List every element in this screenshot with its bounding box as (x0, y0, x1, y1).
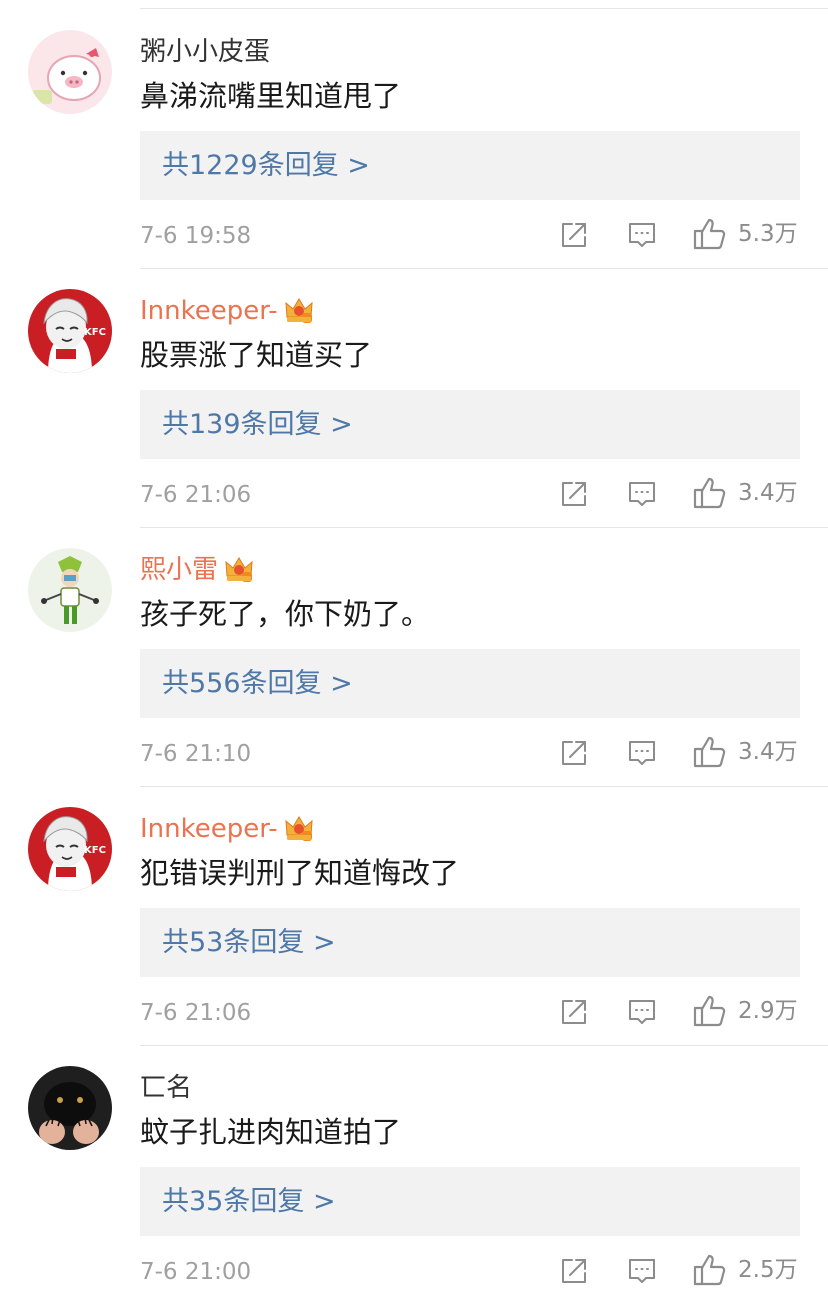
comment-icon (629, 1000, 655, 1024)
share-icon (562, 223, 586, 247)
comment-time: 7-6 19:58 (140, 223, 252, 249)
thumbs-up-icon (693, 1254, 726, 1286)
like-count: 2.5万 (738, 1257, 798, 1283)
comment-time: 7-6 21:06 (140, 482, 252, 508)
replies-label[interactable]: 共1229条回复 > (162, 131, 370, 200)
comment-text: 孩子死了，你下奶了。 (140, 597, 431, 631)
comment-icon (629, 1259, 655, 1283)
crown-icon (285, 297, 313, 323)
avatar[interactable] (28, 1066, 112, 1150)
comment-button[interactable] (624, 1253, 660, 1289)
username[interactable]: 匸名 (140, 1068, 192, 1108)
avatar[interactable] (28, 30, 112, 114)
username-text[interactable]: Innkeeper- (140, 296, 278, 326)
username[interactable]: 粥小小皮蛋 (140, 32, 270, 72)
view-replies-button[interactable]: 共53条回复 > (140, 908, 800, 977)
comment-time: 7-6 21:06 (140, 1000, 252, 1026)
comment-button[interactable] (624, 476, 660, 512)
crown-icon (285, 815, 313, 841)
share-icon (562, 741, 586, 765)
comment-icon (629, 741, 655, 765)
thumbs-up-icon (693, 218, 726, 250)
comment-text: 蚊子扎进肉知道拍了 (140, 1115, 402, 1149)
replies-label[interactable]: 共556条回复 > (162, 649, 353, 718)
comment-item: 匸名 蚊子扎进肉知道拍了 共35条回复 > 7-6 21:00 2.5万 (0, 1046, 828, 1305)
comment-item: 粥小小皮蛋 鼻涕流嘴里知道甩了 共1229条回复 > 7-6 19:58 5.3… (0, 10, 828, 269)
like-count: 5.3万 (738, 221, 798, 247)
view-replies-button[interactable]: 共35条回复 > (140, 1167, 800, 1236)
comment-icon (629, 482, 655, 506)
share-button[interactable] (556, 735, 592, 771)
share-icon (562, 482, 586, 506)
svg-text:KFC: KFC (84, 327, 106, 338)
username-text[interactable]: Innkeeper- (140, 814, 278, 844)
like-count: 3.4万 (738, 480, 798, 506)
share-button[interactable] (556, 994, 592, 1030)
comment-text: 股票涨了知道买了 (140, 338, 373, 372)
username-text[interactable]: 粥小小皮蛋 (140, 37, 270, 67)
like-count: 2.9万 (738, 998, 798, 1024)
share-icon (562, 1000, 586, 1024)
comment-text: 犯错误判刑了知道悔改了 (140, 856, 460, 890)
view-replies-button[interactable]: 共139条回复 > (140, 390, 800, 459)
username[interactable]: Innkeeper- (140, 291, 314, 331)
comment-item: KFC Innkeeper- 犯错误判刑了知道悔改了 共53条回复 > 7-6 … (0, 787, 828, 1046)
svg-text:KFC: KFC (84, 845, 106, 856)
avatar[interactable] (28, 548, 112, 632)
username[interactable]: Innkeeper- (140, 809, 314, 849)
thumbs-up-icon (693, 736, 726, 768)
replies-label[interactable]: 共139条回复 > (162, 390, 353, 459)
avatar[interactable]: KFC (28, 807, 112, 891)
comment-item: 熙小雷 孩子死了，你下奶了。 共556条回复 > 7-6 21:10 3.4万 (0, 528, 828, 787)
username-text[interactable]: 匸名 (140, 1073, 192, 1103)
share-button[interactable] (556, 476, 592, 512)
username[interactable]: 熙小雷 (140, 550, 254, 590)
top-divider (140, 8, 828, 9)
comment-button[interactable] (624, 217, 660, 253)
share-button[interactable] (556, 217, 592, 253)
thumbs-up-icon (693, 477, 726, 509)
avatar[interactable]: KFC (28, 289, 112, 373)
comment-time: 7-6 21:10 (140, 741, 252, 767)
share-icon (562, 1259, 586, 1283)
comment-text: 鼻涕流嘴里知道甩了 (140, 79, 402, 113)
like-count: 3.4万 (738, 739, 798, 765)
share-button[interactable] (556, 1253, 592, 1289)
thumbs-up-icon (693, 995, 726, 1027)
username-text[interactable]: 熙小雷 (140, 555, 218, 585)
view-replies-button[interactable]: 共556条回复 > (140, 649, 800, 718)
comment-item: KFC Innkeeper- 股票涨了知道买了 共139条回复 > 7-6 21… (0, 269, 828, 528)
comment-button[interactable] (624, 735, 660, 771)
comment-icon (629, 223, 655, 247)
comment-button[interactable] (624, 994, 660, 1030)
replies-label[interactable]: 共35条回复 > (162, 1167, 336, 1236)
crown-icon (225, 556, 253, 582)
replies-label[interactable]: 共53条回复 > (162, 908, 336, 977)
view-replies-button[interactable]: 共1229条回复 > (140, 131, 800, 200)
comment-time: 7-6 21:00 (140, 1259, 252, 1285)
